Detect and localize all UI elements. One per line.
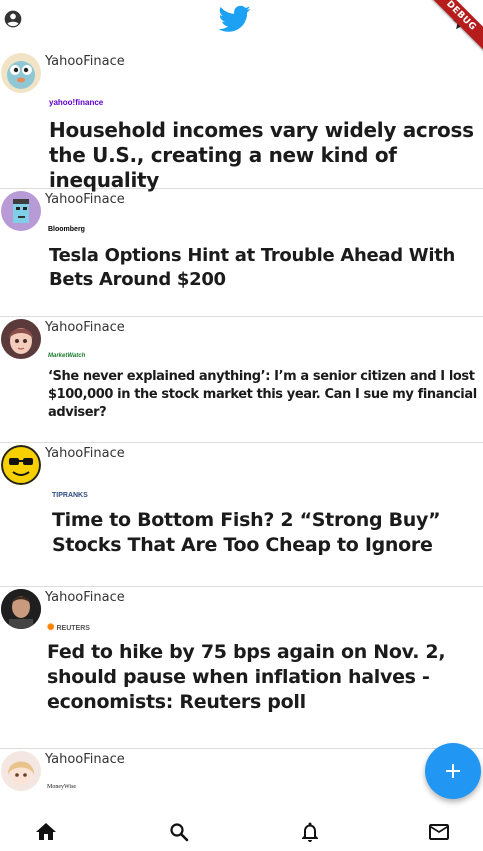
tweet-card[interactable]: YahooFinace MarketWatch ‘She never expla… (0, 317, 483, 443)
tweet-card[interactable]: YahooFinace Bloomberg Tesla Options Hint… (0, 189, 483, 317)
source-logo: Bloomberg (48, 226, 85, 233)
add-icon (446, 764, 460, 778)
compose-tweet-button[interactable] (425, 743, 481, 799)
notifications-icon[interactable] (297, 820, 323, 844)
avatar[interactable] (1, 53, 41, 93)
avatar[interactable] (1, 319, 41, 359)
app-bar: DEBUG (0, 0, 483, 55)
account-circle-icon[interactable] (3, 9, 23, 29)
source-logo: MarketWatch (48, 353, 86, 359)
avatar[interactable] (1, 589, 41, 629)
tweet-card[interactable]: YahooFinace TIPRANKS Time to Bottom Fish… (0, 443, 483, 587)
avatar[interactable] (1, 445, 41, 485)
headline[interactable]: Time to Bottom Fish? 2 “Strong Buy” Stoc… (52, 508, 480, 558)
home-icon[interactable] (33, 820, 59, 844)
tweet-card[interactable]: YahooFinace yahoo!finance Household inco… (0, 51, 483, 192)
avatar[interactable] (1, 191, 41, 231)
tweet-card[interactable]: YahooFinace MoneyWise (0, 749, 483, 819)
reuters-dots-icon: ✺ (47, 622, 55, 632)
bottom-navigation (0, 812, 483, 851)
source-logo: yahoo!finance (49, 98, 104, 107)
tweet-feed[interactable]: YahooFinace yahoo!finance Household inco… (0, 51, 483, 819)
headline[interactable]: Fed to hike by 75 bps again on Nov. 2, s… (47, 640, 481, 715)
headline[interactable]: ‘She never explained anything’: I’m a se… (48, 368, 481, 422)
twitter-bird-icon (219, 5, 251, 32)
avatar[interactable] (1, 751, 41, 791)
source-logo: MoneyWise (47, 784, 77, 790)
headline[interactable]: Household incomes vary widely across the… (49, 118, 479, 193)
username[interactable]: YahooFinace (45, 192, 125, 207)
headline[interactable]: Tesla Options Hint at Trouble Ahead With… (49, 244, 479, 292)
search-icon[interactable] (166, 820, 192, 844)
username[interactable]: YahooFinace (45, 320, 125, 335)
username[interactable]: YahooFinace (45, 590, 125, 605)
username[interactable]: YahooFinace (45, 54, 125, 69)
source-logo: ✺ REUTERS (47, 622, 90, 633)
source-name: REUTERS (56, 625, 90, 632)
tweet-card[interactable]: YahooFinace ✺ REUTERS Fed to hike by 75 … (0, 587, 483, 749)
username[interactable]: YahooFinace (45, 752, 125, 767)
source-logo: TIPRANKS (52, 492, 88, 499)
mail-icon[interactable] (426, 820, 452, 844)
username[interactable]: YahooFinace (45, 446, 125, 461)
